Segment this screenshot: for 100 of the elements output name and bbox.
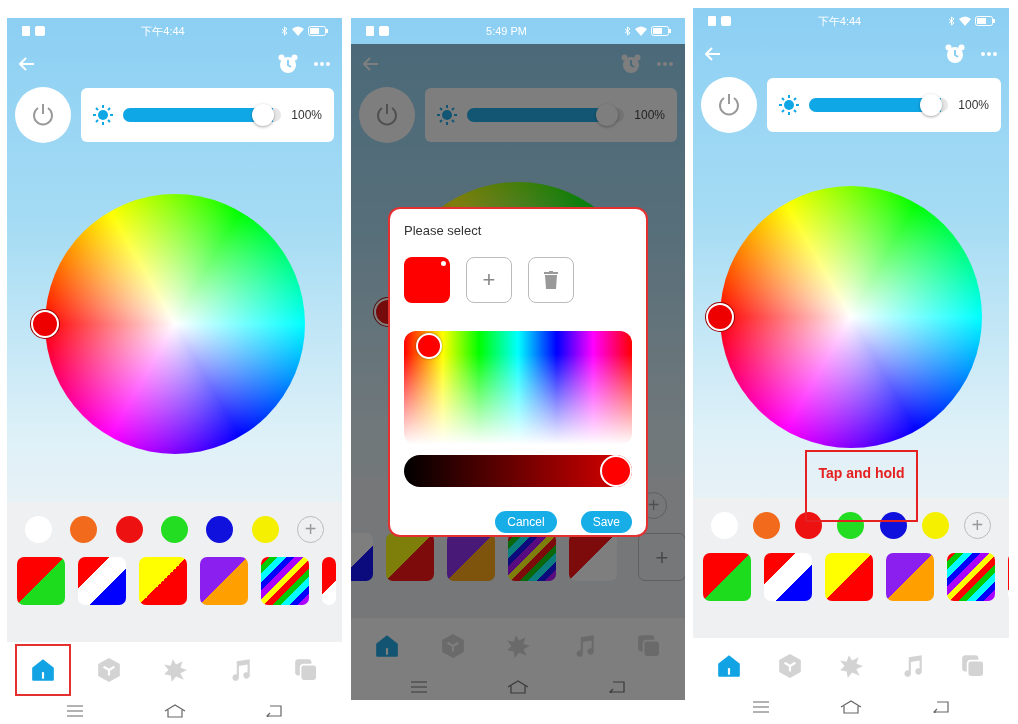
- alarm-button[interactable]: [278, 54, 298, 74]
- battery-icon: [651, 26, 671, 36]
- preset-tile[interactable]: [322, 557, 336, 605]
- preset-tile[interactable]: [17, 557, 65, 605]
- bluetooth-icon: [624, 26, 631, 36]
- preset-tile[interactable]: [139, 557, 187, 605]
- copy-icon: [293, 657, 319, 683]
- wifi-icon: [959, 16, 971, 26]
- sun-icon: [779, 95, 799, 115]
- preset-tile[interactable]: [825, 553, 873, 601]
- color-swatch[interactable]: [161, 516, 188, 543]
- home-icon: [374, 633, 400, 659]
- copy-icon: [960, 653, 986, 679]
- value-slider[interactable]: [404, 454, 632, 487]
- back-icon[interactable]: [933, 701, 949, 713]
- back-arrow-icon: [705, 47, 721, 61]
- sun-icon: [93, 105, 113, 125]
- power-button[interactable]: [15, 87, 71, 143]
- preset-tile[interactable]: [261, 557, 309, 605]
- preset-tile[interactable]: [886, 553, 934, 601]
- spectrum-thumb[interactable]: [416, 332, 442, 359]
- add-color-button[interactable]: +: [466, 256, 512, 303]
- bluetooth-icon: [281, 26, 288, 36]
- alarm-button[interactable]: [945, 44, 965, 64]
- back-button[interactable]: [705, 47, 721, 61]
- value-thumb[interactable]: [600, 454, 632, 487]
- cube-icon: [777, 653, 803, 679]
- home-icon[interactable]: [840, 700, 862, 714]
- power-button[interactable]: [701, 77, 757, 133]
- more-button[interactable]: [657, 62, 673, 66]
- alarm-clock-icon: [621, 54, 641, 74]
- home-icon[interactable]: [163, 704, 186, 718]
- color-swatch[interactable]: [206, 516, 234, 543]
- power-icon: [716, 92, 742, 118]
- menu-icon[interactable]: [753, 701, 769, 713]
- power-icon: [30, 102, 56, 128]
- current-color-swatch[interactable]: [404, 256, 450, 303]
- more-icon: [314, 62, 330, 66]
- wheel-thumb[interactable]: [30, 310, 59, 338]
- preset-tile[interactable]: [351, 533, 373, 581]
- back-icon[interactable]: [266, 705, 282, 717]
- color-swatch[interactable]: [879, 512, 907, 539]
- slider-thumb[interactable]: [920, 94, 943, 116]
- delete-button[interactable]: [528, 256, 574, 303]
- slider-thumb[interactable]: [252, 104, 275, 126]
- power-button[interactable]: [359, 87, 415, 143]
- cancel-button[interactable]: Cancel: [495, 510, 557, 533]
- preset-tile[interactable]: [78, 557, 126, 605]
- more-button[interactable]: [314, 62, 330, 66]
- cube-icon: [95, 657, 122, 683]
- brightness-slider[interactable]: [467, 104, 625, 126]
- selected-dot-icon: [441, 260, 446, 266]
- color-swatch[interactable]: [837, 512, 865, 539]
- more-icon: [981, 52, 997, 56]
- back-icon[interactable]: [609, 681, 625, 693]
- wifi-icon: [635, 26, 647, 36]
- brightness-slider[interactable]: [809, 94, 949, 116]
- preset-tile[interactable]: [764, 553, 812, 601]
- wheel-thumb[interactable]: [706, 303, 734, 331]
- status-time: 下午4:44: [141, 23, 185, 39]
- more-icon: [657, 62, 673, 66]
- preset-tile[interactable]: [200, 557, 248, 605]
- home-icon[interactable]: [507, 680, 529, 694]
- alarm-clock-icon: [945, 44, 965, 64]
- alarm-button[interactable]: [621, 54, 641, 74]
- trash-icon: [544, 270, 558, 289]
- battery-icon: [308, 26, 328, 36]
- save-button[interactable]: Save: [580, 510, 632, 533]
- slider-thumb[interactable]: [595, 104, 618, 126]
- color-swatch[interactable]: [115, 516, 143, 543]
- preset-tile[interactable]: [386, 533, 434, 581]
- preset-tile[interactable]: [703, 553, 751, 601]
- more-button[interactable]: [981, 52, 997, 56]
- color-swatch[interactable]: [921, 512, 949, 539]
- color-swatch[interactable]: [70, 516, 98, 543]
- battery-icon: [975, 16, 995, 26]
- home-icon: [716, 653, 742, 679]
- dialog-title: Please select: [404, 222, 483, 240]
- color-spectrum[interactable]: [404, 330, 632, 445]
- splash-icon: [838, 653, 864, 679]
- color-swatch[interactable]: [753, 512, 781, 539]
- back-button[interactable]: [363, 57, 379, 71]
- color-swatch[interactable]: [251, 516, 279, 543]
- tab-button[interactable]: [15, 644, 71, 696]
- status-time: 5:49 PM: [486, 23, 527, 39]
- menu-icon[interactable]: [411, 681, 427, 693]
- back-arrow-icon: [19, 57, 35, 71]
- sun-icon: [437, 105, 457, 125]
- brightness-slider[interactable]: [123, 104, 282, 126]
- menu-icon[interactable]: [67, 705, 83, 717]
- brightness-reading: 100%: [958, 97, 989, 114]
- color-swatch[interactable]: [795, 512, 823, 539]
- home-icon: [30, 657, 56, 683]
- alarm-clock-icon: [278, 54, 298, 74]
- brightness-reading: 100%: [291, 107, 322, 124]
- wifi-icon: [292, 26, 304, 36]
- bluetooth-icon: [948, 16, 955, 26]
- brightness-reading: 100%: [634, 107, 665, 124]
- preset-tile[interactable]: [947, 553, 995, 601]
- back-button[interactable]: [19, 57, 35, 71]
